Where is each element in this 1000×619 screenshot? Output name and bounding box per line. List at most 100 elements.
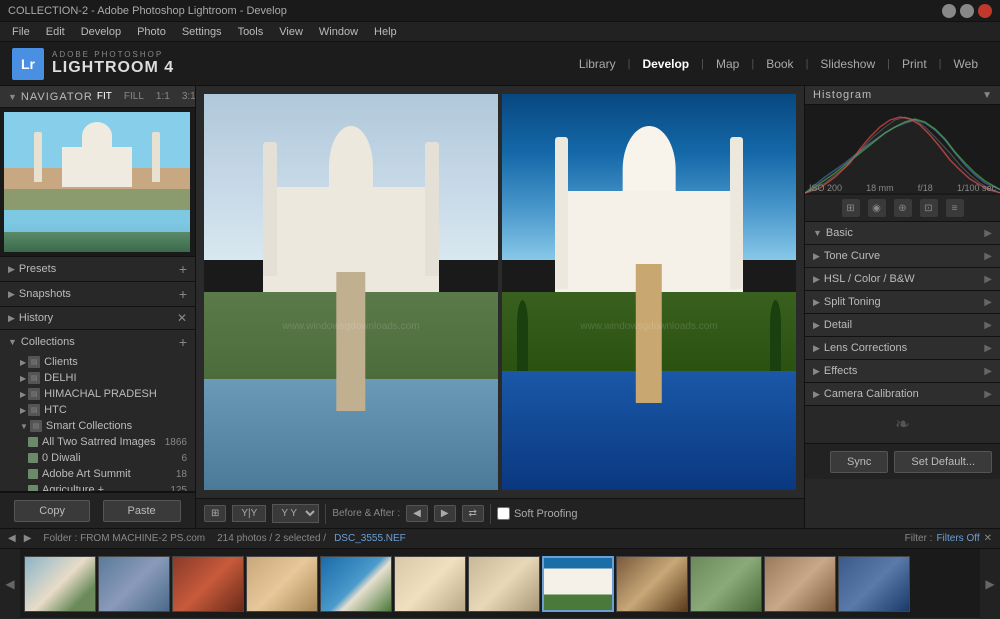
maximize-button[interactable]: [960, 4, 974, 18]
paste-button[interactable]: Paste: [103, 500, 181, 522]
split-toning-arrow: ▶: [984, 297, 992, 308]
presets-row[interactable]: ▶ Presets +: [0, 257, 195, 281]
thumbnail[interactable]: [320, 556, 392, 612]
menu-photo[interactable]: Photo: [129, 24, 174, 40]
before-after-right-button[interactable]: ▶: [434, 505, 456, 522]
detail-header[interactable]: ▶ Detail ▶: [805, 314, 1000, 336]
menu-edit[interactable]: Edit: [38, 24, 73, 40]
minimize-button[interactable]: [942, 4, 956, 18]
list-item[interactable]: ▶ ▤ HIMACHAL PRADESH: [0, 386, 195, 402]
thumbnail[interactable]: [24, 556, 96, 612]
menu-tools[interactable]: Tools: [230, 24, 272, 40]
coll-tri: ▶: [20, 406, 26, 415]
soft-proofing-checkbox[interactable]: [497, 507, 510, 520]
list-item[interactable]: ▼ ▤ Smart Collections: [0, 418, 195, 434]
hist-ctrl-4[interactable]: ⊡: [920, 199, 938, 217]
filename-link[interactable]: DSC_3555.NEF: [334, 533, 406, 544]
grid-view-button[interactable]: ⊞: [204, 505, 226, 522]
menu-window[interactable]: Window: [311, 24, 366, 40]
filter-close[interactable]: ✕: [984, 533, 992, 544]
before-after-left-button[interactable]: ◀: [406, 505, 428, 522]
list-item[interactable]: ▶ ▤ Clients: [0, 354, 195, 370]
thumbnail[interactable]: [838, 556, 910, 612]
collections-header-row[interactable]: ▼ Collections +: [0, 330, 195, 354]
focal-info: 18 mm: [866, 183, 894, 193]
snapshots-row[interactable]: ▶ Snapshots +: [0, 282, 195, 306]
filmstrip-thumbs: [20, 552, 980, 616]
thumbnail[interactable]: [616, 556, 688, 612]
history-label: History: [19, 312, 177, 324]
effects-triangle: ▶: [813, 366, 820, 377]
zoom-3-1[interactable]: 3:1: [178, 90, 196, 103]
shutter-info: 1/100 sec: [957, 183, 996, 193]
hist-ctrl-1[interactable]: ⊞: [842, 199, 860, 217]
menu-settings[interactable]: Settings: [174, 24, 230, 40]
lens-corrections-header[interactable]: ▶ Lens Corrections ▶: [805, 337, 1000, 359]
nav-library[interactable]: Library: [569, 53, 626, 75]
effects-title: Effects: [824, 365, 984, 377]
filmstrip-nav-right[interactable]: ▶: [980, 549, 1000, 619]
hsl-header[interactable]: ▶ HSL / Color / B&W ▶: [805, 268, 1000, 290]
list-item[interactable]: ▶ ▤ DELHI: [0, 370, 195, 386]
thumbnail[interactable]: [172, 556, 244, 612]
right-panel: Histogram ▼ ISO 200: [804, 86, 1000, 528]
hist-ctrl-2[interactable]: ◉: [868, 199, 886, 217]
thumbnail[interactable]: [98, 556, 170, 612]
camera-calibration-header[interactable]: ▶ Camera Calibration ▶: [805, 383, 1000, 405]
app-logo: Lr ADOBE PHOTOSHOP LIGHTROOM 4: [12, 48, 174, 80]
menu-view[interactable]: View: [271, 24, 311, 40]
menu-help[interactable]: Help: [366, 24, 405, 40]
effects-header[interactable]: ▶ Effects ▶: [805, 360, 1000, 382]
swap-button[interactable]: ⇄: [462, 505, 484, 522]
copy-paste-bar: Copy Paste: [0, 492, 195, 528]
zoom-fit[interactable]: FIT: [93, 90, 116, 103]
collections-list: ▶ ▤ Clients ▶ ▤ DELHI ▶ ▤ HIMACHAL PRADE…: [0, 354, 195, 492]
sync-button[interactable]: Sync: [830, 451, 888, 473]
history-row[interactable]: ▶ History ✕: [0, 307, 195, 329]
history-close-icon[interactable]: ✕: [177, 311, 187, 325]
collections-add-icon[interactable]: +: [179, 334, 187, 350]
list-item[interactable]: All Two Satrred Images 1866: [0, 434, 195, 450]
snapshots-add-icon[interactable]: +: [179, 286, 187, 302]
split-toning-section: ▶ Split Toning ▶: [805, 291, 1000, 314]
coll-tri: ▶: [20, 374, 26, 383]
view-select[interactable]: Y Y: [272, 504, 319, 523]
soft-proofing-check[interactable]: Soft Proofing: [497, 507, 578, 520]
menu-file[interactable]: File: [4, 24, 38, 40]
set-default-button[interactable]: Set Default...: [894, 451, 992, 473]
list-item[interactable]: ▶ ▤ HTC: [0, 402, 195, 418]
thumbnail[interactable]: [542, 556, 614, 612]
toolbar-sep: [325, 504, 326, 524]
list-item[interactable]: Agriculture + 125: [0, 482, 195, 492]
zoom-1-1[interactable]: 1:1: [152, 90, 174, 103]
nav-book[interactable]: Book: [756, 53, 803, 75]
nav-slideshow[interactable]: Slideshow: [810, 53, 885, 75]
list-item[interactable]: Adobe Art Summit 18: [0, 466, 195, 482]
menu-develop[interactable]: Develop: [73, 24, 129, 40]
thumbnail[interactable]: [246, 556, 318, 612]
coll-tri: ▶: [20, 390, 26, 399]
compare-mode-button[interactable]: Y|Y: [232, 505, 266, 522]
navigator-header[interactable]: ▼ Navigator FIT FILL 1:1 3:1: [0, 86, 195, 108]
tone-curve-header[interactable]: ▶ Tone Curve ▶: [805, 245, 1000, 267]
nav-develop[interactable]: Develop: [632, 53, 699, 75]
filter-value[interactable]: Filters Off: [936, 533, 979, 544]
hist-ctrl-3[interactable]: ⊕: [894, 199, 912, 217]
nav-map[interactable]: Map: [706, 53, 749, 75]
list-item[interactable]: 0 Diwali 6: [0, 450, 195, 466]
presets-add-icon[interactable]: +: [179, 261, 187, 277]
filmstrip-nav-left[interactable]: ◀: [0, 549, 20, 619]
split-toning-header[interactable]: ▶ Split Toning ▶: [805, 291, 1000, 313]
thumbnail[interactable]: [394, 556, 466, 612]
close-button[interactable]: [978, 4, 992, 18]
thumbnail[interactable]: [764, 556, 836, 612]
thumbnail[interactable]: [468, 556, 540, 612]
hist-ctrl-5[interactable]: ≡: [946, 199, 964, 217]
nav-web[interactable]: Web: [944, 53, 988, 75]
thumbnail[interactable]: [690, 556, 762, 612]
copy-button[interactable]: Copy: [14, 500, 90, 522]
window-controls: [942, 4, 992, 18]
nav-print[interactable]: Print: [892, 53, 937, 75]
basic-header[interactable]: ▼ Basic ▶: [805, 222, 1000, 244]
zoom-fill[interactable]: FILL: [120, 90, 148, 103]
